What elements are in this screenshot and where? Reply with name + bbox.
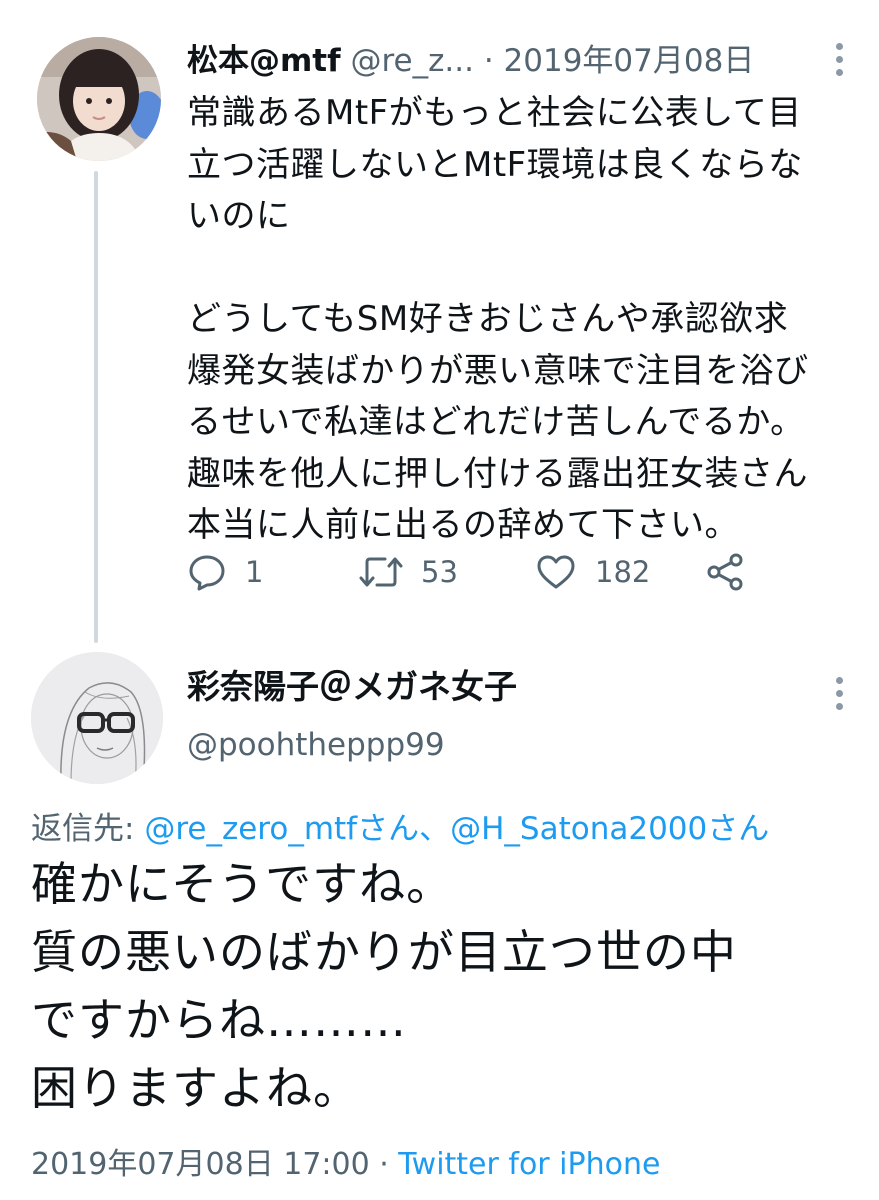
reply-count: 1 xyxy=(245,555,264,589)
tweet2-meta: 2019年07月08日 17:00 · Twitter for iPhone xyxy=(31,1143,660,1187)
tweet2-author-name[interactable]: 彩奈陽子＠メガネ女子 xyxy=(187,662,517,712)
share-nodes-icon xyxy=(707,553,743,591)
speech-bubble-icon xyxy=(189,555,225,591)
tweet1-line: 爆発女装ばかりが悪い意味で注目を浴び xyxy=(187,350,809,391)
tweet1-line: 本当に人前に出るの辞めて下さい。 xyxy=(187,505,739,545)
tweet2-more-icon[interactable] xyxy=(835,677,843,710)
tweet2-line: 質の悪いのばかりが目立つ世の中 xyxy=(31,925,737,979)
retweet-button[interactable]: 53 xyxy=(359,548,458,596)
reply-to-mention-h-satona2000[interactable]: @H_Satona2000さん xyxy=(450,811,769,847)
tweet1-header: 松本@mtf @re_z... · 2019年07月08日 xyxy=(187,38,754,84)
tweet1-blank-line xyxy=(187,243,867,295)
tweet1-line: どうしてもSM好きおじさんや承認欲求 xyxy=(187,299,789,339)
retweet-count: 53 xyxy=(421,555,458,589)
tweet1-action-bar: 1 53 182 xyxy=(187,548,767,596)
tweet2-line: 困りますよね。 xyxy=(31,1061,360,1115)
tweet2-author-handle[interactable]: @poohtheppp99 xyxy=(187,722,445,768)
meta-separator: · xyxy=(369,1147,399,1182)
tweet1-text: 常識あるMtFがもっと社会に公表して目 立つ活躍しないとMtF環境は良くならな … xyxy=(187,88,867,552)
tweet1-author-handle[interactable]: @re_z... xyxy=(350,43,473,79)
author-avatar-matsumoto[interactable] xyxy=(37,37,161,161)
reply-to-mention-re-zero-mtf[interactable]: @re_zero_mtfさん xyxy=(144,811,419,847)
heart-outline-icon xyxy=(537,555,575,589)
avatar-sketch-image xyxy=(31,652,163,784)
retweet-arrows-icon xyxy=(359,557,403,587)
reply-to-separator: 、 xyxy=(419,811,451,847)
reply-button[interactable]: 1 xyxy=(187,548,263,596)
reply-to-line: 返信先: @re_zero_mtfさん、@H_Satona2000さん xyxy=(31,806,769,852)
tweet1-line: 趣味を他人に押し付ける露出狂女装さん xyxy=(187,453,808,494)
reply-to-label: 返信先: xyxy=(31,811,145,847)
share-button[interactable] xyxy=(705,548,745,596)
tweet1-line: いのに xyxy=(187,196,291,236)
thread-connector-line xyxy=(94,171,98,643)
avatar-photo xyxy=(37,37,161,161)
tweet1-more-icon[interactable] xyxy=(835,43,843,76)
tweet1-author-name[interactable]: 松本@mtf xyxy=(187,43,341,79)
tweet2-line: ですからね……… xyxy=(31,993,407,1047)
tweet2-text: 確かにそうですね。 質の悪いのばかりが目立つ世の中 ですからね……… 困りますよ… xyxy=(31,850,871,1122)
like-count: 182 xyxy=(595,555,651,589)
tweet2-source[interactable]: Twitter for iPhone xyxy=(398,1147,660,1182)
tweet1-line: るせいで私達はどれだけ苦しんでるか。 xyxy=(187,402,805,442)
author-avatar-ayana[interactable] xyxy=(31,652,163,784)
like-button[interactable]: 182 xyxy=(535,548,650,596)
tweet1-line: 立つ活躍しないとMtF環境は良くならな xyxy=(187,144,803,185)
tweet1-line: 常識あるMtFがもっと社会に公表して目 xyxy=(187,93,802,133)
tweet2-line: 確かにそうですね。 xyxy=(31,857,454,911)
tweet2-timestamp[interactable]: 2019年07月08日 17:00 xyxy=(31,1147,370,1182)
tweet1-date[interactable]: 2019年07月08日 xyxy=(504,43,755,79)
header-separator: · xyxy=(483,43,494,79)
